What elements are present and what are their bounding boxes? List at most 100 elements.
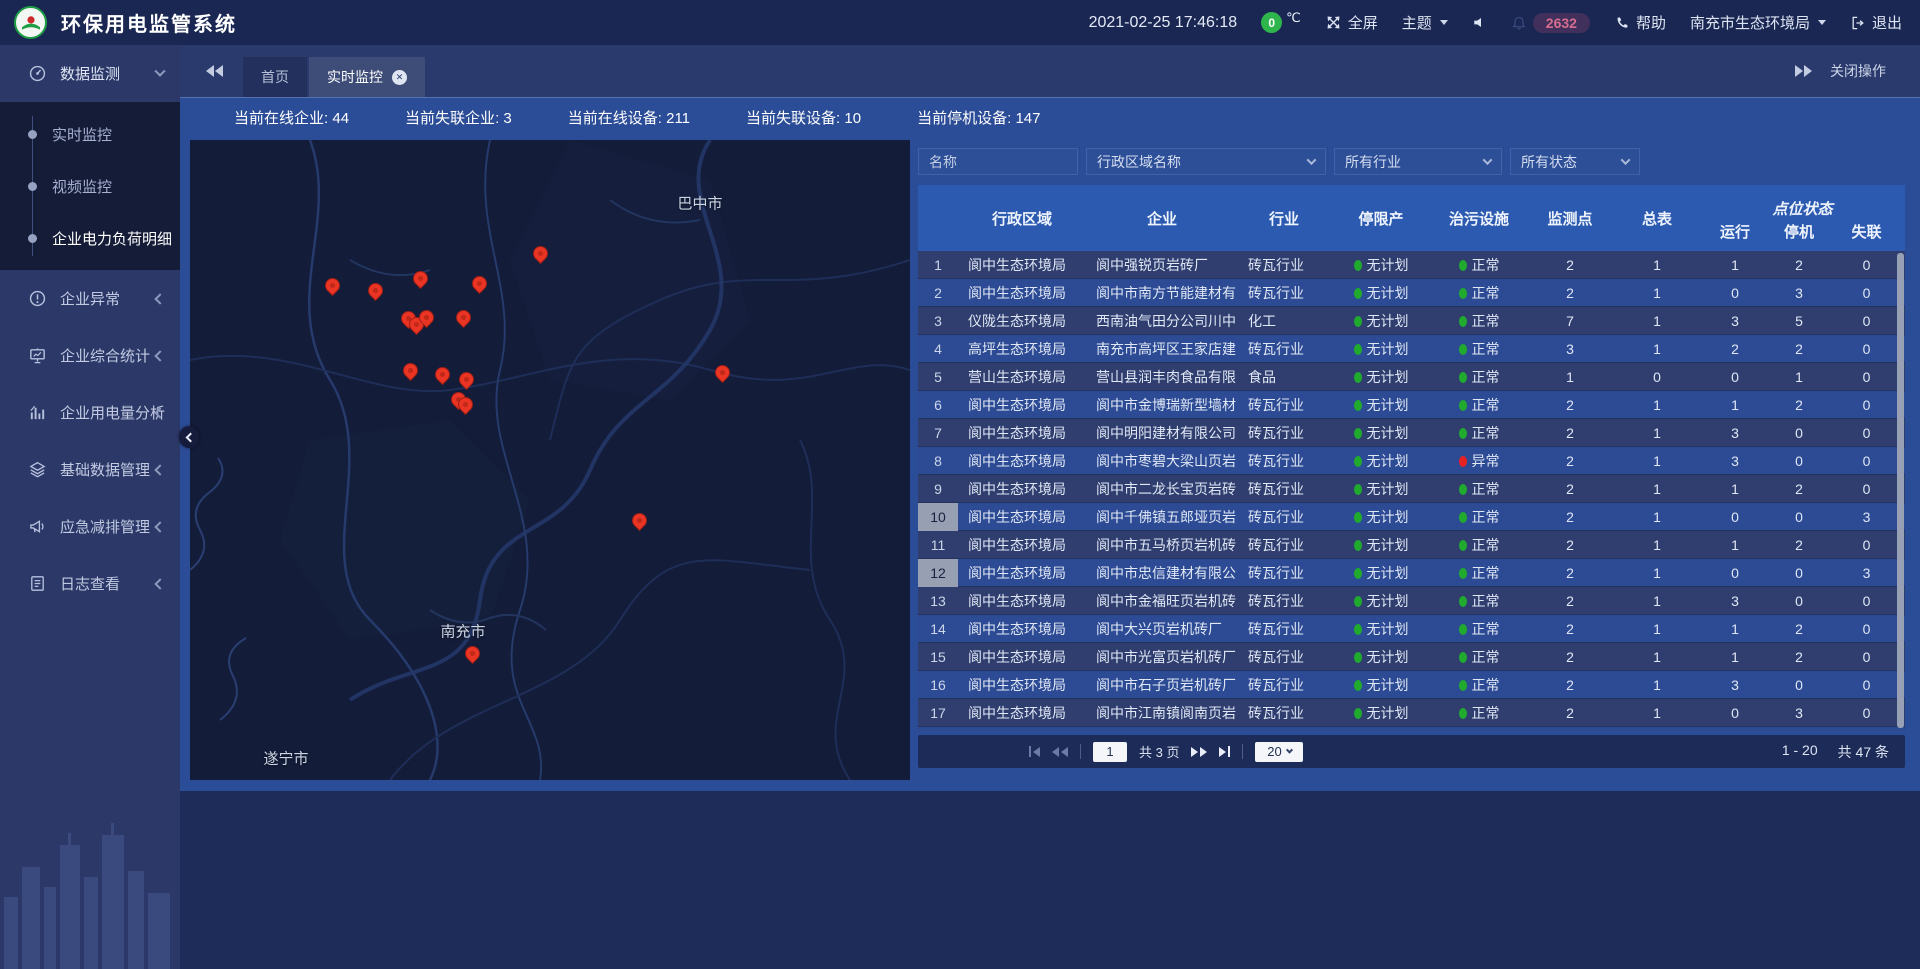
table-row-5[interactable]: 5 营山生态环境局 营山县润丰肉食品有限 食品 无计划 正常 1 0 0 1 0: [918, 363, 1905, 391]
sidebar-item-0[interactable]: 数据监测: [0, 45, 180, 102]
theme-menu[interactable]: 主题: [1402, 12, 1448, 33]
sidebar-subitem-2[interactable]: 企业电力负荷明细: [0, 212, 180, 264]
table-row-11[interactable]: 11 阆中生态环境局 阆中市五马桥页岩机砖 砖瓦行业 无计划 正常 2 1 1 …: [918, 531, 1905, 559]
table-row-13[interactable]: 13 阆中生态环境局 阆中市金福旺页岩机砖 砖瓦行业 无计划 正常 2 1 3 …: [918, 587, 1905, 615]
cell-monitor: 7: [1526, 313, 1614, 329]
last-page-button[interactable]: [1219, 746, 1230, 757]
page-size-select[interactable]: 20: [1255, 742, 1303, 762]
status-dot-icon: [1354, 512, 1362, 523]
mute-button[interactable]: [1472, 15, 1487, 30]
cell-index: 8: [918, 447, 958, 475]
theme-label: 主题: [1402, 12, 1432, 33]
tab-0[interactable]: 首页: [243, 57, 307, 97]
close-operations-button[interactable]: 关闭操作: [1830, 61, 1886, 81]
sidebar-subitem-0[interactable]: 实时监控: [0, 108, 180, 160]
tabs-scroll-left-button[interactable]: [206, 65, 223, 77]
cell-meter: 1: [1614, 621, 1700, 637]
cell-stop: 3: [1770, 705, 1828, 721]
cell-facility-status: 正常: [1432, 563, 1526, 583]
page-number-input[interactable]: 1: [1093, 742, 1127, 762]
prev-page-button[interactable]: [1052, 747, 1068, 757]
org-menu[interactable]: 南充市生态环境局: [1690, 12, 1826, 33]
cell-limit-status: 无计划: [1330, 255, 1432, 275]
cell-industry: 砖瓦行业: [1238, 535, 1330, 555]
cell-meter: 1: [1614, 649, 1700, 665]
cell-run: 3: [1700, 593, 1770, 609]
notification-count-badge: 2632: [1533, 13, 1590, 33]
log-icon: [28, 574, 47, 593]
sidebar-item-5[interactable]: 应急减排管理: [0, 498, 180, 555]
sidebar-item-2[interactable]: 企业综合统计: [0, 327, 180, 384]
sidebar-item-6[interactable]: 日志查看: [0, 555, 180, 612]
cell-industry: 砖瓦行业: [1238, 255, 1330, 275]
cell-facility-status: 正常: [1432, 339, 1526, 359]
cell-lost: 0: [1828, 313, 1905, 329]
sidebar: 数据监测 实时监控 视频监控 企业电力负荷明细 企业异常 企业综合统计 企业用电…: [0, 45, 180, 969]
cell-industry: 食品: [1238, 367, 1330, 387]
datetime: 2021-02-25 17:46:18: [1089, 14, 1238, 32]
cell-industry: 砖瓦行业: [1238, 647, 1330, 667]
table-row-1[interactable]: 1 阆中生态环境局 阆中强锐页岩砖厂 砖瓦行业 无计划 正常 2 1 1 2 0: [918, 251, 1905, 279]
industry-select[interactable]: 所有行业: [1334, 148, 1502, 175]
table-row-12[interactable]: 12 阆中生态环境局 阆中市忠信建材有限公 砖瓦行业 无计划 正常 2 1 0 …: [918, 559, 1905, 587]
cell-limit-status: 无计划: [1330, 591, 1432, 611]
col-facility: 治污设施: [1432, 185, 1526, 251]
table-row-7[interactable]: 7 阆中生态环境局 阆中明阳建材有限公司 砖瓦行业 无计划 正常 2 1 3 0…: [918, 419, 1905, 447]
cell-facility-status: 正常: [1432, 255, 1526, 275]
cell-index: 14: [918, 615, 958, 643]
chevron-left-icon: [186, 432, 196, 442]
next-page-button[interactable]: [1191, 747, 1207, 757]
sidebar-subitem-1[interactable]: 视频监控: [0, 160, 180, 212]
tab-close-icon[interactable]: ✕: [392, 70, 407, 85]
fullscreen-button[interactable]: 全屏: [1325, 12, 1378, 33]
first-page-button[interactable]: [1029, 746, 1040, 757]
col-meter: 总表: [1614, 185, 1700, 251]
cell-facility-status: 正常: [1432, 479, 1526, 499]
sidebar-item-1[interactable]: 企业异常: [0, 270, 180, 327]
logout-button[interactable]: 退出: [1850, 12, 1902, 33]
cell-index: 10: [918, 503, 958, 531]
tabs-scroll-right-button[interactable]: [1795, 65, 1812, 77]
chevron-down-icon: [1440, 20, 1448, 25]
region-select[interactable]: 行政区域名称: [1086, 148, 1326, 175]
table-row-4[interactable]: 4 高坪生态环境局 南充市高坪区王家店建 砖瓦行业 无计划 正常 3 1 2 2…: [918, 335, 1905, 363]
status-dot-icon: [1354, 596, 1362, 607]
cell-region: 阆中生态环境局: [958, 703, 1086, 723]
tab-1[interactable]: 实时监控 ✕: [309, 57, 425, 97]
cell-index: 6: [918, 391, 958, 419]
table-row-10[interactable]: 10 阆中生态环境局 阆中千佛镇五郎垭页岩 砖瓦行业 无计划 正常 2 1 0 …: [918, 503, 1905, 531]
top-header: 环保用电监管系统 2021-02-25 17:46:18 0 ℃ 全屏 主题: [0, 0, 1920, 45]
cell-industry: 砖瓦行业: [1238, 283, 1330, 303]
table-row-16[interactable]: 16 阆中生态环境局 阆中市石子页岩机砖厂 砖瓦行业 无计划 正常 2 1 3 …: [918, 671, 1905, 699]
table-row-9[interactable]: 9 阆中生态环境局 阆中市二龙长宝页岩砖 砖瓦行业 无计划 正常 2 1 1 2…: [918, 475, 1905, 503]
notifications[interactable]: 2632: [1511, 13, 1590, 33]
name-search-input[interactable]: 名称: [918, 148, 1078, 175]
table-row-8[interactable]: 8 阆中生态环境局 阆中市枣碧大梁山页岩 砖瓦行业 无计划 异常 2 1 3 0…: [918, 447, 1905, 475]
table-row-2[interactable]: 2 阆中生态环境局 阆中市南方节能建材有 砖瓦行业 无计划 正常 2 1 0 3…: [918, 279, 1905, 307]
sidebar-item-3[interactable]: 企业用电量分析: [0, 384, 180, 441]
table-row-14[interactable]: 14 阆中生态环境局 阆中大兴页岩机砖厂 砖瓦行业 无计划 正常 2 1 1 2…: [918, 615, 1905, 643]
table-row-18[interactable]: 18 南部生态环境局 南部县页岩机砖厂 砖瓦行业 无计划 正常 2 1 0 3 …: [918, 727, 1905, 732]
sidebar-collapse-button[interactable]: [179, 426, 199, 448]
cell-region: 阆中生态环境局: [958, 423, 1086, 443]
sidebar-subitem-label: 企业电力负荷明细: [52, 228, 172, 249]
table-row-3[interactable]: 3 仪陇生态环境局 西南油气田分公司川中 化工 无计划 正常 7 1 3 5 0: [918, 307, 1905, 335]
table-row-6[interactable]: 6 阆中生态环境局 阆中市金博瑞新型墙材 砖瓦行业 无计划 正常 2 1 1 2…: [918, 391, 1905, 419]
cell-industry: 砖瓦行业: [1238, 591, 1330, 611]
logout-icon: [1850, 15, 1866, 31]
enterprise-table-panel: 名称 行政区域名称 所有行业 所有状态 行政区域 企业 行业 停限产 治污设施 …: [918, 140, 1905, 780]
record-total-label: 共 47 条: [1838, 742, 1889, 762]
cell-run: 3: [1700, 453, 1770, 469]
status-dot-icon: [1354, 372, 1362, 383]
status-dot-icon: [1354, 428, 1362, 439]
table-row-15[interactable]: 15 阆中生态环境局 阆中市光富页岩机砖厂 砖瓦行业 无计划 正常 2 1 1 …: [918, 643, 1905, 671]
table-row-17[interactable]: 17 阆中生态环境局 阆中市江南镇阆南页岩 砖瓦行业 无计划 正常 2 1 0 …: [918, 699, 1905, 727]
cell-meter: 1: [1614, 313, 1700, 329]
help-button[interactable]: 帮助: [1614, 12, 1666, 33]
sidebar-item-4[interactable]: 基础数据管理: [0, 441, 180, 498]
status-dot-icon: [1354, 652, 1362, 663]
table-body: 1 阆中生态环境局 阆中强锐页岩砖厂 砖瓦行业 无计划 正常 2 1 1 2 0…: [918, 251, 1905, 732]
table-scrollbar[interactable]: [1897, 253, 1904, 728]
status-select[interactable]: 所有状态: [1510, 148, 1640, 175]
cell-index: 12: [918, 559, 958, 587]
